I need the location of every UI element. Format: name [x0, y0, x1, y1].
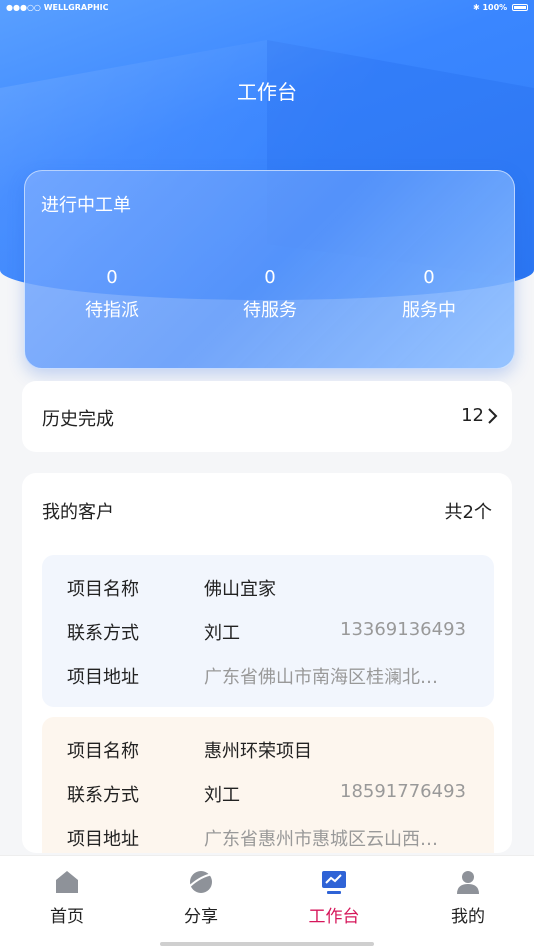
history-completed-row[interactable]: 历史完成 12	[22, 381, 512, 452]
tab-mine[interactable]: 我的	[418, 868, 518, 927]
status-bar: ●●●○○ WELLGRAPHIC ✱ 100%	[0, 0, 534, 16]
stat-label: 待指派	[85, 300, 139, 321]
tab-home[interactable]: 首页	[17, 868, 117, 927]
stat-pending-service[interactable]: 0 待服务	[210, 267, 330, 322]
history-label: 历史完成	[42, 409, 114, 430]
bottom-tab-bar: 首页 分享 工作台 我的	[0, 855, 534, 950]
tab-label: 分享	[184, 907, 218, 927]
field-label: 项目地址	[67, 829, 139, 850]
battery-status: ✱ 100%	[473, 3, 528, 12]
battery-percent: 100%	[482, 3, 508, 12]
in-progress-card: 进行中工单 0 待指派 0 待服务 0 服务中	[24, 170, 515, 369]
customers-label: 我的客户	[42, 502, 114, 523]
field-label: 项目名称	[67, 741, 139, 762]
field-label: 联系方式	[67, 623, 139, 644]
my-customers-card: 我的客户 共2个 项目名称 佛山宜家 联系方式 刘工 13369136493 项…	[22, 473, 512, 853]
customers-count: 共2个	[444, 502, 492, 523]
customer-item[interactable]: 项目名称 佛山宜家 联系方式 刘工 13369136493 项目地址 广东省佛山…	[42, 555, 494, 707]
contact-name: 刘工	[204, 785, 240, 806]
tab-workbench[interactable]: 工作台	[284, 868, 384, 927]
contact-phone[interactable]: 18591776493	[340, 781, 466, 802]
field-label: 联系方式	[67, 785, 139, 806]
monitor-chart-icon	[322, 871, 346, 894]
project-address: 广东省佛山市南海区桂澜北…	[204, 667, 438, 688]
contact-name: 刘工	[204, 623, 240, 644]
customer-item[interactable]: 项目名称 惠州环荣项目 联系方式 刘工 18591776493 项目地址 广东省…	[42, 717, 494, 853]
tab-share[interactable]: 分享	[151, 868, 251, 927]
history-count: 12	[461, 405, 484, 426]
planet-icon	[189, 871, 214, 893]
contact-phone[interactable]: 13369136493	[340, 619, 466, 640]
project-name: 惠州环荣项目	[204, 741, 312, 762]
stat-value: 0	[264, 267, 276, 288]
stat-value: 0	[423, 267, 435, 288]
carrier-label: ●●●○○ WELLGRAPHIC	[6, 3, 109, 12]
user-icon	[457, 871, 479, 894]
tab-label: 工作台	[308, 907, 360, 927]
tab-label: 我的	[451, 907, 485, 927]
home-indicator[interactable]	[160, 942, 374, 946]
field-label: 项目地址	[67, 667, 139, 688]
in-progress-title: 进行中工单	[41, 195, 131, 216]
field-label: 项目名称	[67, 579, 139, 600]
stat-pending-assign[interactable]: 0 待指派	[52, 267, 172, 322]
project-address: 广东省惠州市惠城区云山西…	[204, 829, 438, 850]
stat-label: 待服务	[243, 300, 297, 321]
stat-value: 0	[106, 267, 118, 288]
page-title: 工作台	[237, 80, 297, 104]
project-name: 佛山宜家	[204, 579, 276, 600]
chevron-right-icon	[488, 408, 498, 424]
home-icon	[56, 871, 78, 893]
battery-icon	[512, 4, 528, 11]
stat-label: 服务中	[402, 300, 456, 321]
tab-label: 首页	[50, 907, 84, 927]
bluetooth-icon: ✱	[472, 3, 480, 12]
stat-in-service[interactable]: 0 服务中	[369, 267, 489, 322]
